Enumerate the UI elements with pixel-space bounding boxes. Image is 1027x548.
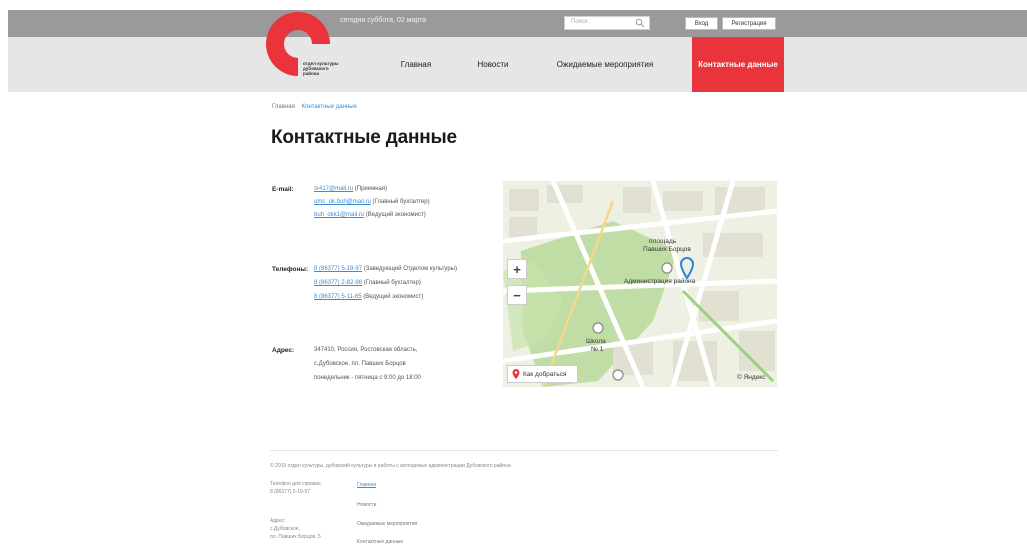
phone-role: (Ведущий экономист) bbox=[363, 294, 424, 300]
map-label-admin: Администрация района bbox=[624, 278, 696, 285]
phone-row: 8 (86377) 5-19-97 (Заведующий Отделом ку… bbox=[314, 266, 457, 272]
current-date: сегодня суббота, 02 марта bbox=[340, 17, 427, 24]
top-bar: сегодня суббота, 02 марта Поиск Вход Рег… bbox=[8, 10, 1027, 37]
footer-link-contacts[interactable]: Контактные данные bbox=[357, 539, 403, 545]
map-label-square: площадь bbox=[649, 238, 677, 245]
breadcrumb-home[interactable]: Главная bbox=[272, 104, 295, 110]
zoom-out-button[interactable]: − bbox=[507, 285, 527, 305]
nav-home[interactable]: Главная bbox=[382, 37, 450, 92]
route-button[interactable]: Как добраться bbox=[507, 365, 578, 383]
footer-phone-caption: Телефон для справок: bbox=[270, 481, 322, 487]
register-button[interactable]: Регистрация bbox=[722, 17, 776, 30]
email-role: (Ведущий экономист) bbox=[365, 212, 426, 218]
footer-copyright: © 2019 отдел культуры, дубовский культур… bbox=[270, 463, 511, 469]
map-label-square: Павших Борцов bbox=[643, 246, 691, 253]
zoom-in-button[interactable]: + bbox=[507, 259, 527, 279]
map[interactable]: площадь Павших Борцов Администрация райо… bbox=[503, 181, 777, 387]
email-row: sr417@mail.ru (Приемная) bbox=[314, 186, 387, 192]
phone-link[interactable]: 8 (86377) 5-19-97 bbox=[314, 266, 362, 272]
footer-link-events[interactable]: Ожидаемые мероприятия bbox=[357, 521, 417, 527]
footer-address-line: с.Дубовское, bbox=[270, 526, 300, 532]
page-title: Контактные данные bbox=[271, 127, 457, 148]
map-pin-icon bbox=[512, 369, 520, 379]
phone-link[interactable]: 8 (86377) 5-11-65 bbox=[314, 294, 362, 300]
nav-news[interactable]: Новости bbox=[458, 37, 528, 92]
search-placeholder: Поиск bbox=[571, 19, 588, 25]
email-row: buh_okk1@mail.ru (Ведущий экономист) bbox=[314, 212, 426, 218]
footer-phone-value: 8 (86377) 5-19-97 bbox=[270, 489, 311, 495]
phone-row: 8 (86377) 5-11-65 (Ведущий экономист) bbox=[314, 294, 423, 300]
address-line: 347410, Россия, Ростовская область, bbox=[314, 347, 418, 353]
map-label-school: Школа bbox=[586, 338, 606, 345]
email-link[interactable]: buh_okk1@mail.ru bbox=[314, 212, 364, 218]
address-label: Адрес: bbox=[272, 347, 295, 354]
footer-link-news[interactable]: Новости bbox=[357, 502, 376, 508]
route-label: Как добраться bbox=[523, 370, 567, 378]
email-row: omc_uk.buh@mail.ru (Главный бухгалтер) bbox=[314, 199, 430, 205]
footer-address-line: пл. Павших Борцов, 5 bbox=[270, 534, 321, 540]
email-role: (Главный бухгалтер) bbox=[372, 199, 430, 205]
email-link[interactable]: sr417@mail.ru bbox=[314, 186, 353, 192]
location-pin-icon[interactable] bbox=[680, 257, 694, 279]
phone-row: 8 (86377) 2-82-98 (Главный бухгалтер) bbox=[314, 280, 421, 286]
address-line: с.Дубовское, пл. Павших Борцов bbox=[314, 361, 406, 367]
map-copyright[interactable]: © Яндекс bbox=[737, 374, 765, 381]
phone-role: (Главный бухгалтер) bbox=[363, 280, 421, 286]
breadcrumb: Главная Контактные данные bbox=[272, 104, 357, 110]
footer-address-caption: Адрес: bbox=[270, 518, 286, 524]
logo-text: отдел культуры дубовского района bbox=[303, 61, 339, 76]
address-line: понедельник - пятница с 9:00 до 18:00 bbox=[314, 375, 421, 381]
search-input[interactable]: Поиск bbox=[564, 16, 650, 30]
email-label: E-mail: bbox=[272, 186, 294, 193]
search-icon[interactable] bbox=[635, 18, 645, 28]
phone-label: Телефоны: bbox=[272, 266, 309, 273]
nav-contacts[interactable]: Контактные данные bbox=[692, 37, 784, 92]
login-button[interactable]: Вход bbox=[685, 17, 718, 30]
footer-link-home[interactable]: Главная bbox=[357, 482, 376, 488]
phone-role: (Заведующий Отделом культуры) bbox=[363, 266, 457, 272]
nav-events[interactable]: Ожидаемые мероприятия bbox=[535, 37, 675, 92]
email-role: (Приемная) bbox=[354, 186, 388, 192]
email-link[interactable]: omc_uk.buh@mail.ru bbox=[314, 199, 371, 205]
breadcrumb-current[interactable]: Контактные данные bbox=[302, 104, 357, 110]
map-label-school: № 1 bbox=[591, 346, 604, 353]
footer-divider bbox=[270, 450, 778, 451]
phone-link[interactable]: 8 (86377) 2-82-98 bbox=[314, 280, 362, 286]
